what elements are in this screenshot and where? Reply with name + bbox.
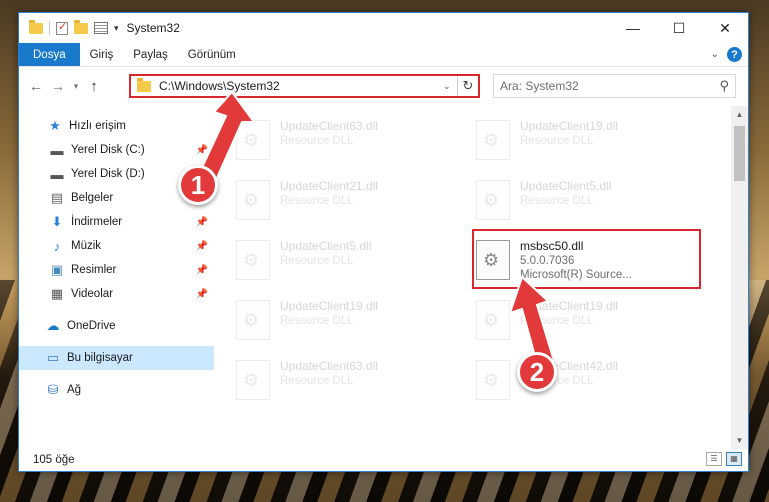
help-icon[interactable]: ? — [727, 47, 742, 62]
dll-file-icon — [476, 180, 510, 220]
close-button[interactable]: ✕ — [702, 13, 748, 43]
sidebar-item-this-pc[interactable]: ▭ Bu bilgisayar — [19, 346, 214, 370]
sidebar-item-music[interactable]: ♪ Müzik 📌 — [19, 234, 214, 258]
file-item[interactable]: UpdateClient63.dllResource DLL — [236, 354, 466, 406]
folder-icon — [29, 19, 43, 34]
sidebar-item-onedrive[interactable]: ☁ OneDrive — [19, 314, 214, 338]
search-placeholder: Ara: System32 — [500, 79, 579, 93]
dll-file-icon — [476, 300, 510, 340]
file-item[interactable]: UpdateClient5.dllResource DLL — [236, 234, 466, 286]
properties-icon[interactable] — [94, 22, 108, 34]
file-item[interactable]: UpdateClient19.dllResource DLL — [236, 294, 466, 346]
maximize-button[interactable]: ☐ — [656, 13, 702, 43]
back-arrow-icon[interactable]: ← — [25, 78, 47, 94]
dll-file-icon — [476, 120, 510, 160]
pin-icon[interactable]: 📌 — [196, 241, 208, 252]
window-title: System32 — [126, 21, 180, 35]
sidebar-item-network[interactable]: ⛁ Ağ — [19, 378, 214, 402]
file-list: UpdateClient63.dllResource DLL UpdateCli… — [214, 106, 748, 449]
step-badge-1: 1 — [178, 165, 218, 205]
up-arrow-icon[interactable]: ↑ — [83, 78, 105, 95]
properties-check-icon[interactable] — [56, 20, 68, 35]
tab-view[interactable]: Görünüm — [178, 43, 246, 66]
navigation-bar: ← → ▾ ↑ C:\Windows\System32 ⌄ ↻ Ara: Sys… — [19, 67, 748, 105]
pictures-icon: ▣ — [50, 262, 64, 277]
tab-file[interactable]: Dosya — [19, 43, 80, 66]
file-item[interactable]: UpdateClient63.dllResource DLL — [236, 114, 466, 166]
pin-icon[interactable]: 📌 — [196, 265, 208, 276]
refresh-icon[interactable]: ↻ — [458, 78, 478, 94]
file-item[interactable]: UpdateClient19.dllResource DLL — [476, 114, 706, 166]
item-count: 105 öğe — [33, 454, 75, 466]
documents-icon: ▤ — [50, 190, 64, 205]
dll-file-icon — [476, 360, 510, 400]
vertical-scrollbar[interactable]: ▲ ▼ — [731, 106, 748, 449]
star-icon: ★ — [49, 118, 61, 133]
downloads-icon: ⬇ — [51, 214, 63, 229]
sidebar-item-downloads[interactable]: ⬇ İndirmeler 📌 — [19, 210, 214, 234]
customize-toolbar-icon[interactable]: ▾ — [114, 23, 119, 34]
sidebar-item-videos[interactable]: ▦ Videolar 📌 — [19, 282, 214, 306]
dll-file-icon — [236, 300, 270, 340]
new-folder-icon[interactable] — [74, 19, 88, 34]
scroll-down-icon[interactable]: ▼ — [731, 432, 748, 449]
drive-icon: ▬ — [50, 166, 64, 182]
search-input[interactable]: Ara: System32 ⚲ — [493, 74, 736, 98]
drive-icon: ▬ — [50, 142, 64, 158]
folder-icon — [137, 77, 151, 92]
videos-icon: ▦ — [50, 286, 64, 301]
ribbon-tabs: Dosya Giriş Paylaş Görünüm ⌄ ? — [19, 43, 748, 67]
file-item[interactable]: UpdateClient21.dllResource DLL — [236, 174, 466, 226]
scroll-thumb[interactable] — [734, 126, 745, 181]
tab-share[interactable]: Paylaş — [123, 43, 178, 66]
tab-home[interactable]: Giriş — [80, 43, 124, 66]
quick-access-toolbar: ▾ — [19, 19, 119, 35]
computer-icon: ▭ — [46, 350, 60, 365]
expand-ribbon-icon[interactable]: ⌄ — [711, 49, 719, 60]
scroll-up-icon[interactable]: ▲ — [731, 106, 748, 123]
recent-locations-icon[interactable]: ▾ — [69, 81, 83, 92]
chevron-down-icon[interactable]: ⌄ — [443, 81, 457, 92]
pin-icon[interactable]: 📌 — [196, 217, 208, 228]
details-view-icon[interactable]: ☰ — [706, 452, 722, 466]
status-bar: 105 öğe ☰ ▦ — [19, 449, 748, 471]
search-icon[interactable]: ⚲ — [719, 78, 729, 94]
file-item[interactable]: UpdateClient5.dllResource DLL — [476, 174, 706, 226]
title-bar: ▾ System32 — ☐ ✕ — [19, 13, 748, 43]
sidebar-item-pictures[interactable]: ▣ Resimler 📌 — [19, 258, 214, 282]
tiles-view-icon[interactable]: ▦ — [726, 452, 742, 466]
minimize-button[interactable]: — — [610, 13, 656, 43]
dll-file-icon — [236, 360, 270, 400]
step-badge-2: 2 — [517, 352, 557, 392]
music-icon: ♪ — [53, 238, 61, 254]
highlight-box — [472, 229, 701, 289]
pin-icon[interactable]: 📌 — [196, 289, 208, 300]
dll-file-icon — [236, 240, 270, 280]
explorer-window: ▾ System32 — ☐ ✕ Dosya Giriş Paylaş Görü… — [18, 12, 749, 472]
forward-arrow-icon[interactable]: → — [47, 78, 69, 94]
network-icon: ⛁ — [47, 382, 59, 397]
cloud-icon: ☁ — [46, 318, 60, 333]
